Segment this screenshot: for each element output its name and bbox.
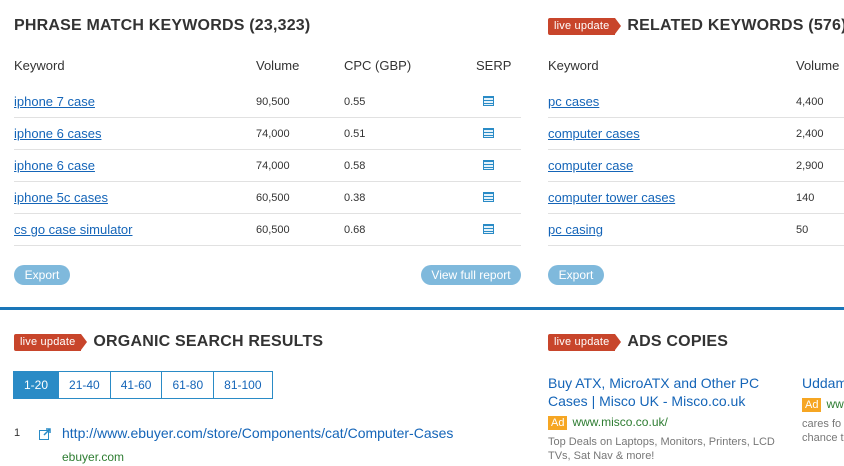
volume-value: 4,400	[796, 96, 824, 108]
pagination: 1-20 21-40 41-60 61-80 81-100	[13, 371, 273, 399]
keyword-link[interactable]: cs go case simulator	[14, 222, 133, 237]
phrase-export-button[interactable]: Export	[14, 265, 70, 285]
serp-icon[interactable]	[483, 192, 494, 202]
col-header-keyword: Keyword	[14, 58, 65, 73]
table-row: iphone 6 case 74,000 0.58	[14, 149, 521, 182]
keyword-link[interactable]: iphone 6 cases	[14, 126, 101, 141]
live-update-badge: live update	[14, 333, 88, 351]
volume-value: 74,000	[256, 160, 290, 172]
related-keywords-title: live update RELATED KEYWORDS (576)	[548, 17, 844, 35]
col-header-serp: SERP	[476, 58, 512, 73]
cpc-value: 0.38	[344, 192, 366, 204]
ad-url: Ad www.misco.co.uk/	[548, 415, 668, 430]
table-row: computer cases 2,400	[548, 117, 844, 150]
table-row: iphone 7 case 90,500 0.55	[14, 85, 521, 118]
keyword-link[interactable]: pc casing	[548, 222, 603, 237]
view-full-report-button[interactable]: View full report	[421, 265, 521, 285]
volume-value: 2,900	[796, 160, 824, 172]
ad-badge: Ad	[548, 416, 568, 430]
volume-value: 90,500	[256, 96, 290, 108]
cpc-value: 0.51	[344, 128, 366, 140]
col-header-volume: Volume	[256, 58, 300, 73]
table-row: pc casing 50	[548, 213, 844, 246]
result-domain: ebuyer.com	[62, 450, 125, 464]
cpc-value: 0.68	[344, 224, 366, 236]
keyword-link[interactable]: computer cases	[548, 126, 640, 141]
col-header-cpc: CPC (GBP)	[344, 58, 412, 73]
table-row: iphone 5c cases 60,500 0.38	[14, 181, 521, 214]
related-col-header-volume: Volume	[796, 58, 840, 73]
keyword-link[interactable]: computer tower cases	[548, 190, 675, 205]
ad-description: Top Deals on Laptops, Monitors, Printers…	[548, 436, 775, 462]
table-row: computer tower cases 140	[548, 181, 844, 214]
ad-title-link[interactable]: Buy ATX, MicroATX and Other PC Cases | M…	[548, 374, 788, 410]
page-61-80[interactable]: 61-80	[161, 371, 215, 399]
ad-url: Ad ww	[802, 397, 844, 412]
ads-copies-title: live update ADS COPIES	[548, 333, 728, 351]
serp-icon[interactable]	[483, 128, 494, 138]
cpc-value: 0.58	[344, 160, 366, 172]
table-row: iphone 6 cases 74,000 0.51	[14, 117, 521, 150]
cpc-value: 0.55	[344, 96, 366, 108]
keyword-link[interactable]: iphone 5c cases	[14, 190, 108, 205]
organic-results-title: live update ORGANIC SEARCH RESULTS	[14, 333, 323, 351]
volume-value: 140	[796, 192, 815, 204]
phrase-match-title: PHRASE MATCH KEYWORDS (23,323)	[14, 17, 311, 34]
serp-icon[interactable]	[483, 96, 494, 106]
page-41-60[interactable]: 41-60	[109, 371, 163, 399]
live-update-badge: live update	[548, 333, 622, 351]
ad-title-link[interactable]: Uddam	[802, 374, 844, 392]
serp-icon[interactable]	[483, 160, 494, 170]
related-export-button[interactable]: Export	[548, 265, 604, 285]
keyword-link[interactable]: iphone 6 case	[14, 158, 95, 173]
volume-value: 50	[796, 224, 809, 236]
keyword-link[interactable]: iphone 7 case	[14, 94, 95, 109]
page-81-100[interactable]: 81-100	[213, 371, 273, 399]
external-link-icon[interactable]	[39, 427, 51, 440]
keyword-link[interactable]: computer case	[548, 158, 633, 173]
page-1-20[interactable]: 1-20	[13, 371, 60, 399]
serp-icon[interactable]	[483, 224, 494, 234]
volume-value: 60,500	[256, 224, 290, 236]
result-rank: 1	[14, 427, 21, 439]
table-row: computer case 2,900	[548, 149, 844, 182]
live-update-badge: live update	[548, 17, 622, 35]
table-row: cs go case simulator 60,500 0.68	[14, 213, 521, 246]
table-row: pc cases 4,400	[548, 85, 844, 118]
section-divider	[0, 307, 844, 310]
result-url-link[interactable]: http://www.ebuyer.com/store/Components/c…	[62, 425, 453, 441]
volume-value: 74,000	[256, 128, 290, 140]
volume-value: 2,400	[796, 128, 824, 140]
ad-description: cares fo chance t	[802, 418, 844, 444]
ad-badge: Ad	[802, 398, 822, 412]
related-col-header-keyword: Keyword	[548, 58, 599, 73]
page-21-40[interactable]: 21-40	[58, 371, 111, 399]
volume-value: 60,500	[256, 192, 290, 204]
keyword-link[interactable]: pc cases	[548, 94, 599, 109]
